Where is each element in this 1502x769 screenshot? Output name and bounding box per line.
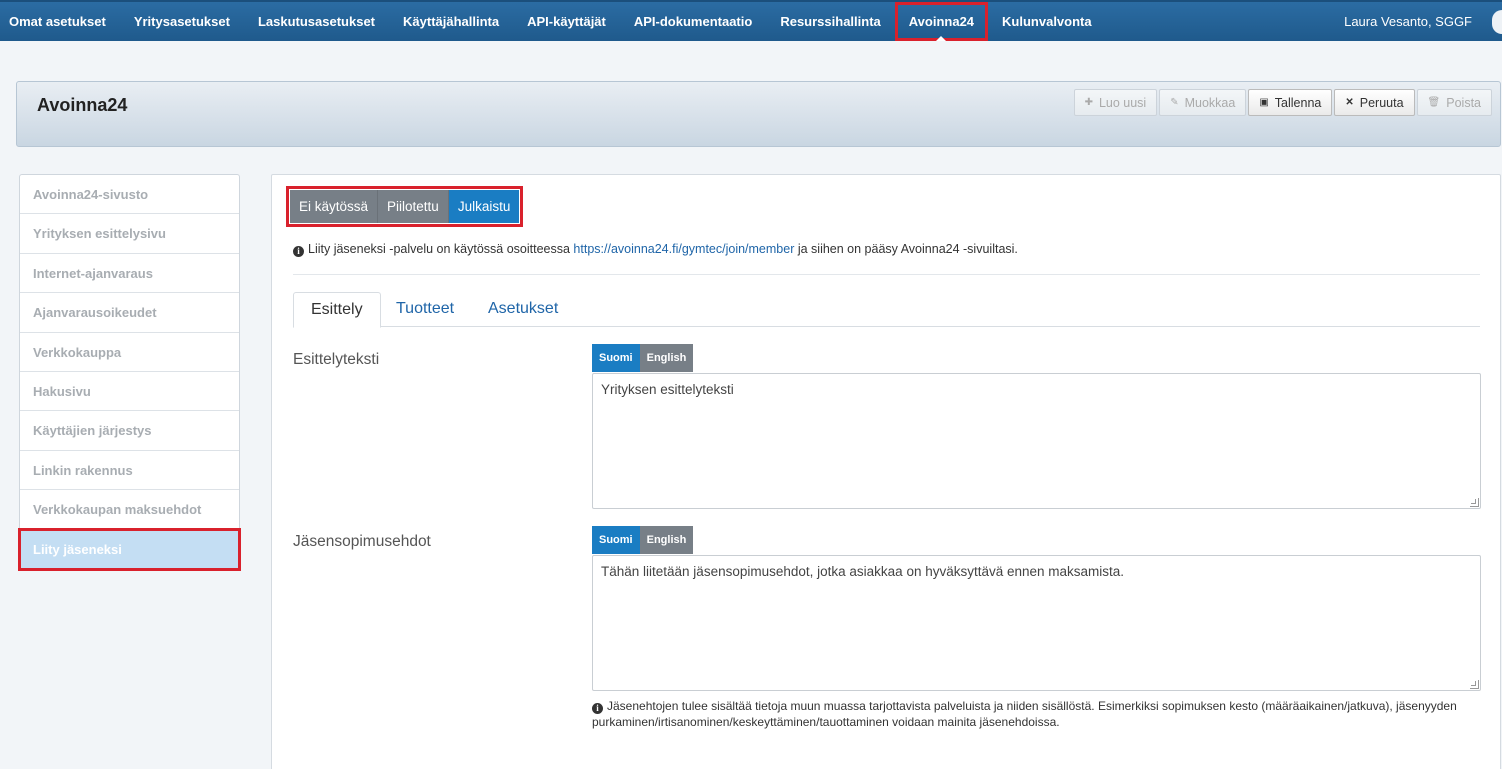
terms-label: Jäsensopimusehdot — [293, 533, 431, 550]
tab-tuotteet[interactable]: Tuotteet — [379, 292, 471, 328]
service-info-text-end: ja siihen on pääsy Avoinna24 -sivuiltasi… — [794, 242, 1018, 256]
status-toggle: Ei käytössä Piilotettu Julkaistu — [285, 186, 524, 227]
plus-icon: ✚ — [1084, 97, 1093, 108]
nav-omat-asetukset[interactable]: Omat asetukset — [0, 2, 120, 41]
delete-button[interactable]: 🗑 Poista — [1416, 89, 1492, 116]
terms-textarea[interactable]: Tähän liitetään jäsensopimusehdot, jotka… — [592, 555, 1481, 691]
join-link[interactable]: https://avoinna24.fi/gymtec/join/member — [573, 242, 794, 256]
edit-button[interactable]: ✎ Muokkaa — [1159, 89, 1247, 116]
info-icon: i — [592, 703, 603, 714]
edit-button-label: Muokkaa — [1184, 95, 1236, 110]
main-panel: Ei käytössä Piilotettu Julkaistu i Liity … — [271, 174, 1501, 769]
resize-grip-icon[interactable] — [1470, 498, 1479, 507]
terms-lang-suomi-button[interactable]: Suomi — [592, 526, 640, 554]
sidebar-item-hakusivu[interactable]: Hakusivu — [20, 372, 239, 412]
terms-help-content: Jäsenehtojen tulee sisältää tietoja muun… — [592, 699, 1457, 729]
terms-language-switch: Suomi English — [592, 526, 694, 554]
divider — [293, 274, 1480, 275]
cancel-button-label: Peruuta — [1359, 95, 1404, 110]
chat-bubble-icon[interactable] — [1492, 10, 1502, 34]
cancel-button[interactable]: ✕ Peruuta — [1334, 89, 1415, 116]
nav-kayttajahallinta[interactable]: Käyttäjähallinta — [389, 2, 513, 41]
intro-lang-suomi-button[interactable]: Suomi — [592, 344, 640, 372]
sidebar: Avoinna24-sivusto Yrityksen esittelysivu… — [18, 174, 241, 571]
intro-lang-english-button[interactable]: English — [639, 344, 694, 372]
new-button-label: Luo uusi — [1098, 95, 1147, 110]
save-button[interactable]: ▣ Tallenna — [1248, 89, 1333, 116]
status-piilotettu-button[interactable]: Piilotettu — [378, 190, 449, 223]
close-icon: ✕ — [1345, 97, 1354, 108]
save-button-label: Tallenna — [1274, 95, 1322, 110]
page-title: Avoinna24 — [37, 95, 128, 115]
nav-yritysasetukset[interactable]: Yritysasetukset — [120, 2, 244, 41]
top-navigation: Omat asetukset Yritysasetukset Laskutusa… — [0, 0, 1502, 41]
info-icon: i — [293, 246, 304, 257]
toolbar: ✚ Luo uusi ✎ Muokkaa ▣ Tallenna ✕ Peruut… — [1073, 89, 1492, 116]
status-julkaistu-button[interactable]: Julkaistu — [448, 190, 520, 223]
user-menu[interactable]: Laura Vesanto, SGGF — [1344, 2, 1472, 41]
sidebar-item-internet-ajanvaraus[interactable]: Internet-ajanvaraus — [20, 254, 239, 294]
terms-textarea-value: Tähän liitetään jäsensopimusehdot, jotka… — [601, 564, 1125, 579]
nav-avoinna24[interactable]: Avoinna24 — [894, 2, 989, 41]
intro-language-switch: Suomi English — [592, 344, 694, 372]
page-header: Avoinna24 ✚ Luo uusi ✎ Muokkaa ▣ Tallenn… — [16, 81, 1501, 147]
intro-label: Esittelyteksti — [293, 351, 380, 368]
trash-icon: 🗑 — [1427, 97, 1441, 108]
terms-lang-english-button[interactable]: English — [639, 526, 694, 554]
new-button[interactable]: ✚ Luo uusi — [1073, 89, 1158, 116]
intro-textarea-value: Yrityksen esittelyteksti — [601, 382, 734, 397]
tab-asetukset[interactable]: Asetukset — [471, 292, 575, 328]
sidebar-item-linkin-rakennus[interactable]: Linkin rakennus — [20, 451, 239, 491]
intro-textarea[interactable]: Yrityksen esittelyteksti — [592, 373, 1481, 509]
pencil-icon: ✎ — [1170, 97, 1179, 108]
status-ei-kaytossa-button[interactable]: Ei käytössä — [290, 190, 379, 223]
service-info: i Liity jäseneksi -palvelu on käytössä os… — [293, 242, 1018, 257]
floppy-icon: ▣ — [1259, 97, 1269, 108]
nav-laskutusasetukset[interactable]: Laskutusasetukset — [244, 2, 389, 41]
terms-help-text: i Jäsenehtojen tulee sisältää tietoja muu… — [592, 698, 1472, 730]
tab-bar: Esittely Tuotteet Asetukset — [293, 292, 1480, 328]
tab-esittely[interactable]: Esittely — [293, 292, 381, 328]
sidebar-item-yrityksen-esittelysivu[interactable]: Yrityksen esittelysivu — [20, 214, 239, 254]
sidebar-item-kayttajien-jarjestys[interactable]: Käyttäjien järjestys — [20, 411, 239, 451]
sidebar-item-verkkokaupan-maksuehdot[interactable]: Verkkokaupan maksuehdot — [20, 490, 239, 530]
sidebar-item-liity-jaseneksi[interactable]: Liity jäseneksi — [18, 527, 241, 571]
nav-api-kayttajat[interactable]: API-käyttäjät — [513, 2, 620, 41]
sidebar-item-verkkokauppa[interactable]: Verkkokauppa — [20, 333, 239, 372]
nav-resurssihallinta[interactable]: Resurssihallinta — [766, 2, 894, 41]
delete-button-label: Poista — [1446, 95, 1481, 110]
sidebar-item-avoinna24-sivusto[interactable]: Avoinna24-sivusto — [20, 175, 239, 215]
nav-kulunvalvonta[interactable]: Kulunvalvonta — [988, 2, 1106, 41]
sidebar-item-ajanvarausoikeudet[interactable]: Ajanvarausoikeudet — [20, 293, 239, 333]
nav-api-dokumentaatio[interactable]: API-dokumentaatio — [620, 2, 766, 41]
resize-grip-icon[interactable] — [1470, 680, 1479, 689]
service-info-text: Liity jäseneksi -palvelu on käytössä oso… — [308, 242, 574, 256]
